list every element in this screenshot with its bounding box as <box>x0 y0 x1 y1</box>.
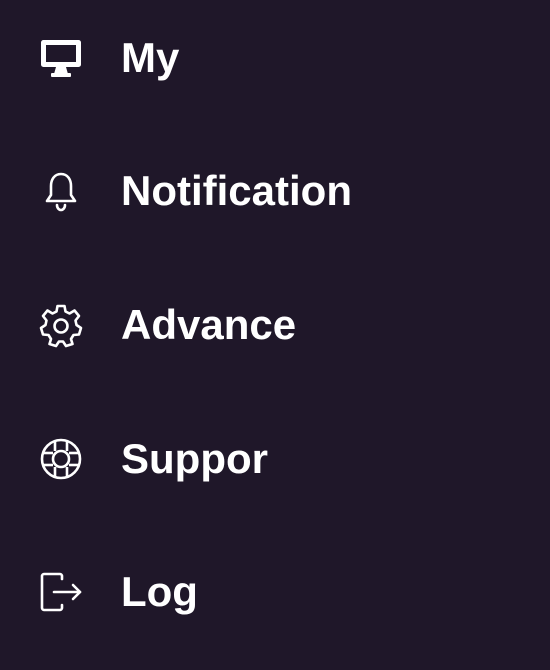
sidebar-menu: My Notification Advance Suppor Log <box>0 0 550 670</box>
monitor-icon <box>38 35 84 81</box>
gear-icon <box>38 302 84 348</box>
bell-icon <box>38 168 84 214</box>
menu-item-label: Advance <box>121 301 297 348</box>
menu-item-support[interactable]: Suppor <box>0 404 550 514</box>
menu-item-label: Suppor <box>121 435 268 482</box>
menu-item-my[interactable]: My <box>0 3 550 113</box>
menu-item-label: My <box>121 34 180 81</box>
menu-item-label: Log <box>121 568 198 615</box>
logout-icon <box>38 569 84 615</box>
menu-item-label: Notification <box>121 167 352 214</box>
menu-item-notification[interactable]: Notification <box>0 136 550 246</box>
menu-item-log[interactable]: Log <box>0 537 550 647</box>
menu-item-advance[interactable]: Advance <box>0 270 550 380</box>
lifebuoy-icon <box>38 436 84 482</box>
